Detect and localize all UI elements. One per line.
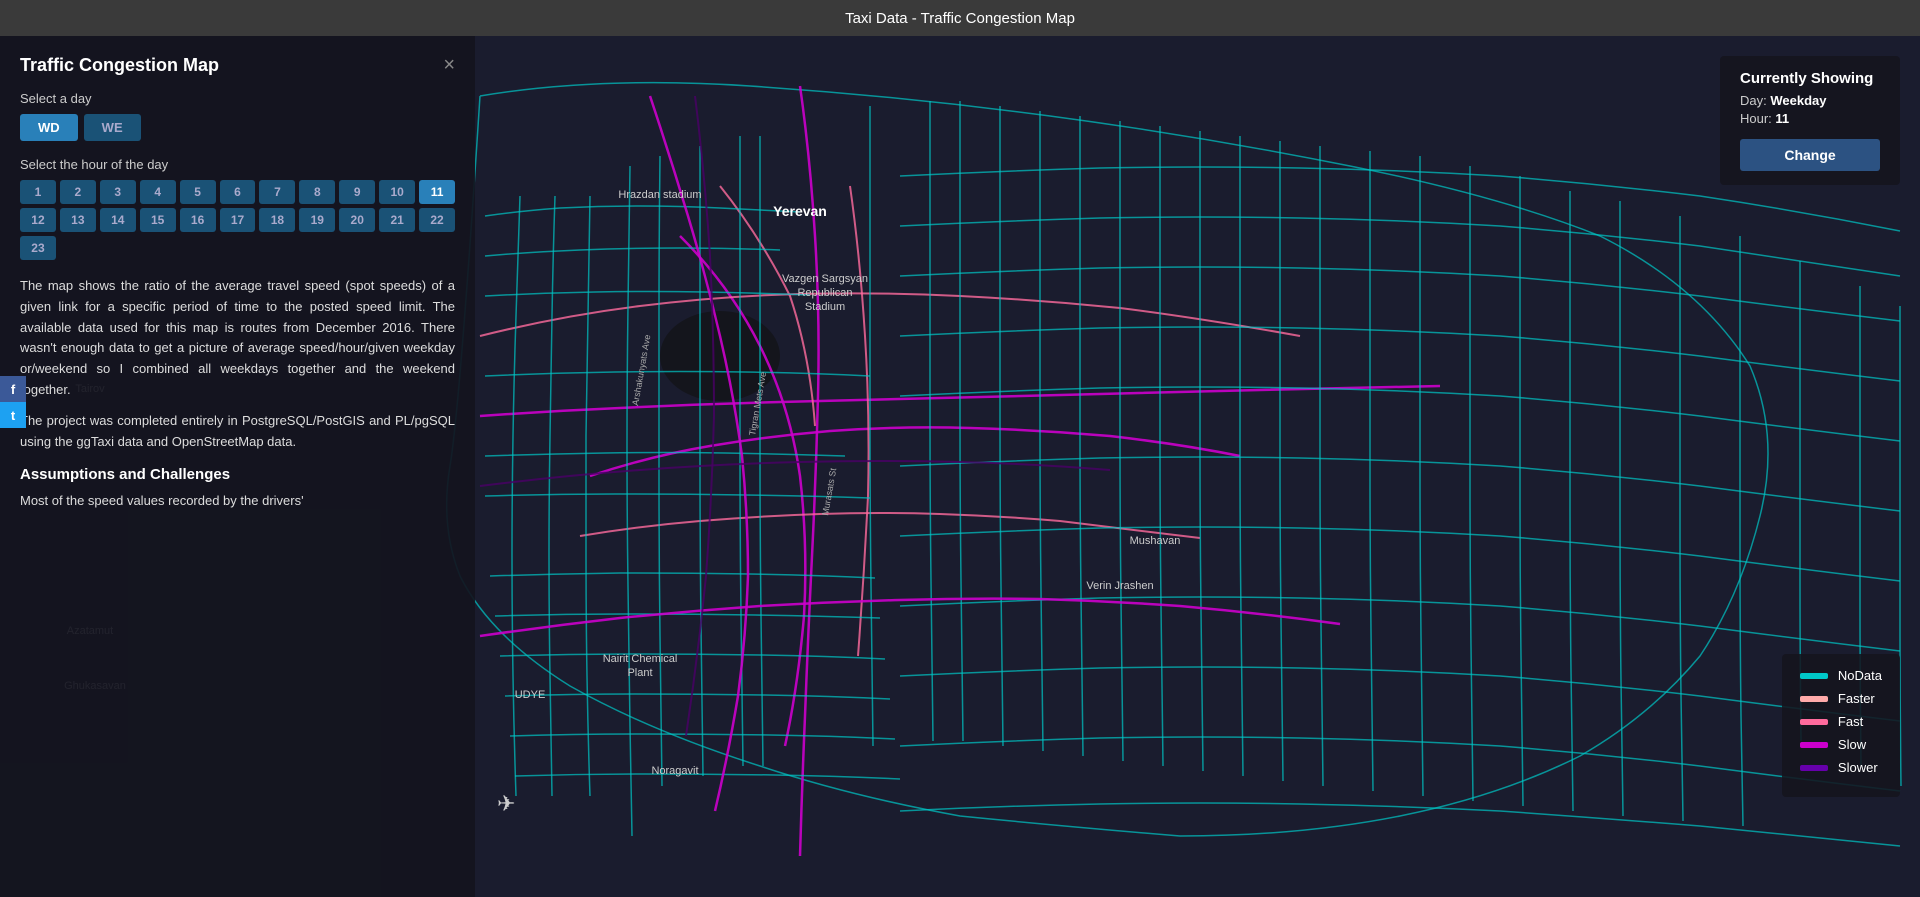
legend-label-nodata: NoData [1838, 668, 1882, 683]
legend-nodata: NoData [1800, 668, 1882, 683]
hour-16[interactable]: 16 [180, 208, 216, 232]
hour-1[interactable]: 1 [20, 180, 56, 204]
hour-3[interactable]: 3 [100, 180, 136, 204]
map-label-noragavit: Noragavit [651, 765, 698, 777]
day-selector: WD WE [20, 114, 455, 141]
hour-5[interactable]: 5 [180, 180, 216, 204]
weekday-button[interactable]: WD [20, 114, 78, 141]
legend: NoData Faster Fast Slow Slower [1782, 654, 1900, 797]
hour-13[interactable]: 13 [60, 208, 96, 232]
legend-color-fast [1800, 719, 1828, 725]
social-icons: f t [0, 376, 26, 428]
map-label-hrazdan: Hrazdan stadium [618, 189, 701, 201]
assumptions-title: Assumptions and Challenges [20, 466, 455, 483]
description: The map shows the ratio of the average t… [20, 276, 455, 452]
hour-11[interactable]: 11 [419, 180, 455, 204]
legend-label-slow: Slow [1838, 737, 1866, 752]
legend-slow: Slow [1800, 737, 1882, 752]
twitter-icon[interactable]: t [0, 402, 26, 428]
hour-2[interactable]: 2 [60, 180, 96, 204]
hour-19[interactable]: 19 [299, 208, 335, 232]
legend-color-faster [1800, 696, 1828, 702]
map-label-stadium: Stadium [805, 301, 845, 313]
map-label-republican: Republican [797, 287, 852, 299]
hour-4[interactable]: 4 [140, 180, 176, 204]
map-label-plant: Plant [627, 667, 652, 679]
hour-8[interactable]: 8 [299, 180, 335, 204]
hour-label: Select the hour of the day [20, 157, 455, 172]
description-p1: The map shows the ratio of the average t… [20, 276, 455, 401]
hour-17[interactable]: 17 [220, 208, 256, 232]
legend-label-slower: Slower [1838, 760, 1878, 775]
hour-22[interactable]: 22 [419, 208, 455, 232]
assumptions-text: Most of the speed values recorded by the… [20, 491, 455, 512]
facebook-icon[interactable]: f [0, 376, 26, 402]
day-info-row: Day: Weekday [1740, 93, 1880, 108]
panel-title: Traffic Congestion Map [20, 55, 219, 76]
hour-15[interactable]: 15 [140, 208, 176, 232]
map-label-nairit: Nairit Chemical [603, 653, 678, 665]
map-label-jrashen: Verin Jrashen [1086, 580, 1153, 592]
legend-color-slower [1800, 765, 1828, 771]
hour-21[interactable]: 21 [379, 208, 415, 232]
close-button[interactable]: × [443, 54, 455, 77]
description-p2: The project was completed entirely in Po… [20, 411, 455, 453]
map-label-vazgen: Vazgen Sargsyan [782, 273, 868, 285]
hour-12[interactable]: 12 [20, 208, 56, 232]
hour-23[interactable]: 23 [20, 236, 56, 260]
weekend-button[interactable]: WE [84, 114, 141, 141]
right-panel: Currently Showing Day: Weekday Hour: 11 … [1720, 56, 1900, 185]
map-container: Yerevan Hrazdan stadium Vazgen Sargsyan … [0, 36, 1920, 897]
hour-6[interactable]: 6 [220, 180, 256, 204]
day-label: Select a day [20, 91, 455, 106]
day-info-label: Day: [1740, 93, 1767, 108]
hour-info-row: Hour: 11 [1740, 111, 1880, 126]
hour-20[interactable]: 20 [339, 208, 375, 232]
city-label: Yerevan [773, 203, 827, 219]
legend-faster: Faster [1800, 691, 1882, 706]
legend-fast: Fast [1800, 714, 1882, 729]
hour-grid: 1 2 3 4 5 6 7 8 9 10 11 12 13 14 15 16 1… [20, 180, 455, 260]
hour-14[interactable]: 14 [100, 208, 136, 232]
legend-color-slow [1800, 742, 1828, 748]
change-button[interactable]: Change [1740, 139, 1880, 171]
legend-label-faster: Faster [1838, 691, 1875, 706]
left-panel: Traffic Congestion Map × Select a day WD… [0, 36, 475, 897]
hour-7[interactable]: 7 [259, 180, 295, 204]
map-plus-icon: ✈ [497, 791, 515, 816]
top-bar: Taxi Data - Traffic Congestion Map [0, 0, 1920, 36]
currently-showing-title: Currently Showing [1740, 70, 1880, 87]
hour-info-value: 11 [1775, 111, 1789, 126]
assumptions-para: Most of the speed values recorded by the… [20, 491, 455, 512]
legend-slower: Slower [1800, 760, 1882, 775]
day-info-value: Weekday [1770, 93, 1826, 108]
hour-18[interactable]: 18 [259, 208, 295, 232]
app-title: Taxi Data - Traffic Congestion Map [845, 10, 1075, 27]
legend-label-fast: Fast [1838, 714, 1863, 729]
map-label-udye: UDYE [515, 689, 546, 701]
map-label-mushavan: Mushavan [1130, 535, 1181, 547]
hour-10[interactable]: 10 [379, 180, 415, 204]
hour-9[interactable]: 9 [339, 180, 375, 204]
hour-info-label: Hour: [1740, 111, 1772, 126]
legend-color-nodata [1800, 673, 1828, 679]
panel-header: Traffic Congestion Map × [20, 54, 455, 77]
